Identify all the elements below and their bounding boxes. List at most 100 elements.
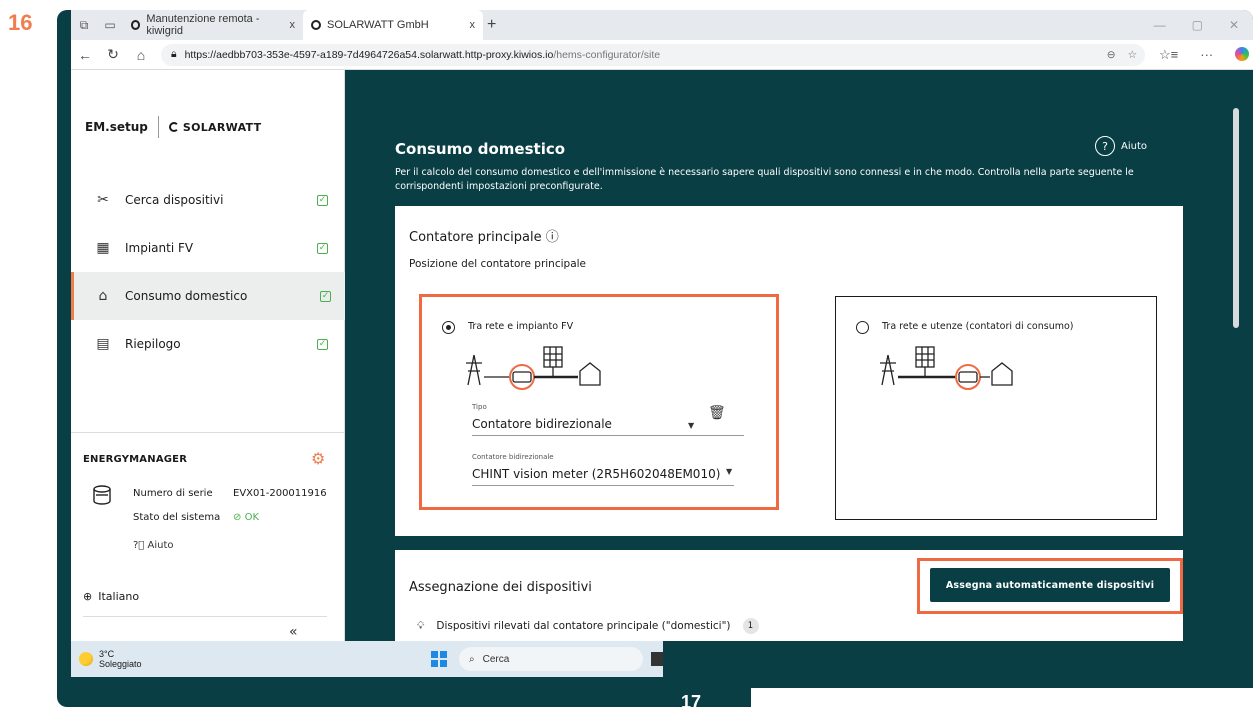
refresh-icon[interactable]: ↻ [99, 46, 127, 63]
brand: EM.setup SOLARWATT [85, 116, 261, 138]
device-assignment-card: Assegnazione dei dispositivi Assegna aut… [395, 550, 1183, 641]
checkbox-checked-icon: ✓ [317, 194, 328, 206]
meter-position-diagram-icon [466, 346, 601, 390]
kiwigrid-favicon-icon [131, 20, 141, 30]
weather-widget[interactable]: 3°C Soleggiato [71, 649, 142, 669]
reader-icon[interactable]: ⊖ [1107, 49, 1116, 61]
language-label: Italiano [98, 590, 140, 603]
url-host: https://aedbb703-353e-4597-a189-7d496472… [184, 48, 554, 61]
url-path: /hems-configurator/site [553, 48, 661, 61]
minimize-icon[interactable]: — [1154, 18, 1166, 32]
sidebar-item-riepilogo[interactable]: ▤ Riepilogo ✓ [71, 320, 345, 368]
main-meter-card: Contatore principale ⓘ Posizione del con… [395, 206, 1183, 536]
temperature: 3°C [99, 649, 115, 659]
sidebar-item-label: Consumo domestico [125, 289, 248, 303]
company-name: SOLARWATT [182, 120, 262, 134]
meter-option-grid-loads[interactable]: Tra rete e utenze (contatori di consumo) [835, 296, 1157, 520]
tab-remote-maintenance[interactable]: Manutenzione remota - kiwigrid x [123, 10, 303, 40]
help-button[interactable]: ? Aiuto [1095, 136, 1147, 156]
divider [83, 616, 327, 617]
help-icon: ? [1095, 136, 1115, 156]
gear-icon[interactable]: ⚙ [311, 449, 325, 468]
serial-row: Numero di serie EVX01-200011916 [133, 488, 327, 499]
weather-condition: Soleggiato [99, 659, 142, 669]
solarwatt-logo-icon [168, 122, 179, 132]
tab-title: SOLARWATT GmbH [327, 19, 429, 31]
radio-selected[interactable] [442, 321, 455, 334]
globe-icon: ⊕ [83, 590, 93, 603]
checkbox-checked-icon: ✓ [320, 290, 331, 302]
card-subtitle: Posizione del contatore principale [409, 258, 587, 270]
chevron-down-icon[interactable]: ▼ [688, 421, 694, 430]
taskbar-search[interactable]: ⌕ Cerca [459, 647, 643, 671]
collapse-sidebar-button[interactable]: « [289, 624, 298, 640]
taskbar: 3°C Soleggiato ⌕ Cerca [71, 641, 663, 677]
divider [71, 432, 345, 433]
sidebar-item-impianti-fv[interactable]: ▦ Impianti FV ✓ [71, 224, 345, 272]
status-label: Stato del sistema [133, 512, 221, 523]
tab-actions-icon[interactable]: ▭ [97, 18, 123, 32]
scrollbar-thumb[interactable] [1233, 108, 1239, 328]
radio-unselected[interactable] [856, 321, 869, 334]
card-title: Assegnazione dei dispositivi [409, 580, 592, 595]
url-field[interactable]: 🔒︎ https://aedbb703-353e-4597-a189-7d496… [161, 43, 1145, 66]
screenshot-frame: ⧉ ▭ Manutenzione remota - kiwigrid x SOL… [57, 10, 1253, 707]
serial-label: Numero di serie [133, 488, 213, 499]
close-window-icon[interactable]: ✕ [1229, 18, 1239, 32]
step-number: 16 [8, 10, 33, 35]
favorites-icon[interactable]: ☆≡ [1159, 47, 1178, 63]
taskbar-app-icon[interactable] [651, 652, 663, 666]
language-selector[interactable]: ⊕ Italiano [83, 590, 139, 603]
meter-position-diagram-icon [880, 346, 1013, 390]
type-select[interactable]: Tipo Contatore bidirezionale [472, 403, 744, 436]
page-title: Consumo domestico [395, 140, 566, 158]
clipboard-icon: ▤ [96, 336, 110, 352]
status-row: Stato del sistema ⊘ OK [133, 512, 259, 523]
scrollbar[interactable] [1233, 100, 1239, 632]
more-icon[interactable]: ··· [1200, 47, 1213, 63]
help-label: Aiuto [1121, 140, 1147, 152]
new-tab-button[interactable]: + [487, 16, 496, 34]
windows-start-icon[interactable] [431, 651, 447, 667]
checkbox-checked-icon: ✓ [317, 338, 328, 350]
sidebar-item-label: Cerca dispositivi [125, 193, 224, 207]
sidebar: EM.setup SOLARWATT ✂ Cerca dispositivi ✓… [71, 70, 345, 641]
workspaces-icon[interactable]: ⧉ [71, 18, 97, 33]
favorite-star-icon[interactable]: ☆ [1128, 49, 1137, 61]
browser-tab-bar: ⧉ ▭ Manutenzione remota - kiwigrid x SOL… [71, 10, 1253, 40]
sidebar-item-label: Riepilogo [125, 337, 181, 351]
tools-icon: ✂ [97, 192, 109, 208]
copilot-icon[interactable] [1235, 46, 1250, 61]
page-description: Per il calcolo del consumo domestico e d… [395, 167, 1134, 192]
sidebar-item-consumo-domestico[interactable]: ⌂ Consumo domestico ✓ [71, 272, 345, 320]
help-icon: ?⃝ [133, 540, 145, 551]
meter-select[interactable]: Contatore bidirezionale CHINT vision met… [472, 453, 734, 486]
restore-icon[interactable]: ▢ [1192, 18, 1203, 32]
close-tab-icon[interactable]: x [290, 19, 296, 31]
sidebar-item-cerca-dispositivi[interactable]: ✂ Cerca dispositivi ✓ [71, 176, 345, 224]
next-step-panel: 17 [667, 648, 1253, 712]
auto-assign-button[interactable]: Assegna automaticamente dispositivi [930, 568, 1170, 602]
back-icon[interactable]: ← [71, 47, 99, 63]
home-icon[interactable]: ⌂ [127, 47, 155, 63]
option-label: Tra rete e impianto FV [468, 321, 574, 332]
close-tab-icon[interactable]: x [470, 19, 476, 31]
search-icon: ⌕ [469, 653, 475, 665]
meter-option-grid-pv[interactable]: Tra rete e impianto FV Tipo Contatore bi… [419, 294, 779, 510]
highlight-frame: Assegna automaticamente dispositivi [917, 558, 1183, 614]
chevron-down-icon[interactable]: ▼ [726, 467, 732, 476]
delete-icon[interactable]: 🗑︎ [708, 405, 726, 421]
search-label: Cerca [482, 653, 510, 665]
house-icon: ⌂ [98, 288, 108, 304]
energymanager-device-icon [93, 485, 111, 505]
field-label: Contatore bidirezionale [472, 453, 554, 461]
brand-divider [157, 116, 159, 138]
detected-label: Dispositivi rilevati dal contatore princ… [436, 620, 731, 632]
app-name: EM.setup [85, 120, 148, 134]
energymanager-title: ENERGYMANAGER [83, 454, 188, 465]
help-label: Aiuto [147, 540, 174, 551]
tab-solarwatt[interactable]: SOLARWATT GmbH x [303, 10, 483, 40]
energymanager-help-link[interactable]: ?⃝ Aiuto [133, 540, 174, 551]
detected-devices-row[interactable]: 💡︎ Dispositivi rilevati dal contatore pr… [417, 618, 759, 634]
serial-value: EVX01-200011916 [233, 488, 327, 499]
